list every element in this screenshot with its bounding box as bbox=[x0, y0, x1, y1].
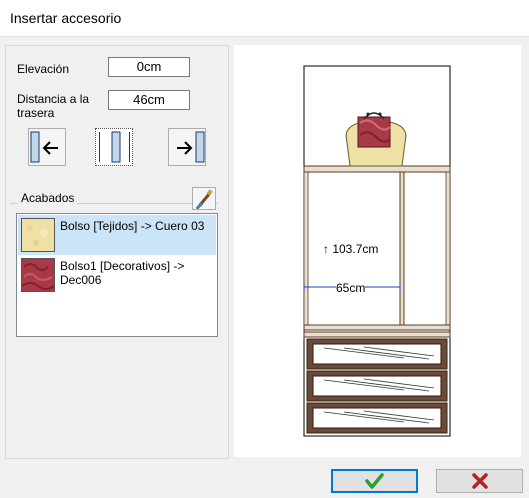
center-icon bbox=[99, 131, 130, 163]
align-right-button[interactable] bbox=[168, 128, 206, 166]
finish-swatch bbox=[21, 258, 55, 292]
width-dimension-label: 65cm bbox=[336, 281, 366, 295]
ok-button[interactable] bbox=[331, 469, 418, 493]
check-icon bbox=[365, 473, 384, 489]
arrow-right-icon bbox=[177, 131, 205, 163]
cancel-button[interactable] bbox=[436, 469, 523, 493]
drawer bbox=[306, 338, 448, 370]
window-title: Insertar accesorio bbox=[10, 10, 122, 26]
edit-finish-button[interactable] bbox=[192, 187, 216, 210]
drawer bbox=[306, 402, 448, 434]
finish-item-label: Bolso1 [Decorativos] -> Dec006 bbox=[60, 259, 185, 287]
height-dimension-label: ↑ 103.7cm bbox=[323, 242, 379, 256]
title-bar: Insertar accesorio bbox=[0, 0, 529, 37]
finish-item-label: Bolso [Tejidos] -> Cuero 03 bbox=[60, 219, 205, 233]
arrow-left-icon bbox=[30, 131, 58, 163]
list-item[interactable]: Bolso1 [Decorativos] -> Dec006 bbox=[18, 255, 216, 295]
preview-panel: ↑ 103.7cm 65cm bbox=[234, 45, 521, 457]
align-left-button[interactable] bbox=[28, 128, 66, 166]
distance-label: Distancia a la trasera bbox=[17, 92, 90, 120]
finishes-label: Acabados bbox=[18, 191, 78, 205]
finishes-list[interactable]: Bolso [Tejidos] -> Cuero 03 Bolso1 [Deco… bbox=[16, 213, 218, 337]
elevation-label: Elevación bbox=[17, 62, 70, 76]
list-item[interactable]: Bolso [Tejidos] -> Cuero 03 bbox=[18, 215, 216, 255]
elevation-field[interactable]: 0cm bbox=[108, 57, 190, 77]
finish-swatch bbox=[21, 218, 55, 252]
drawer bbox=[306, 370, 448, 402]
x-icon bbox=[472, 473, 488, 489]
distance-field[interactable]: 46cm bbox=[108, 90, 190, 110]
align-center-button[interactable] bbox=[95, 128, 133, 166]
paint-brush-icon bbox=[195, 189, 213, 210]
